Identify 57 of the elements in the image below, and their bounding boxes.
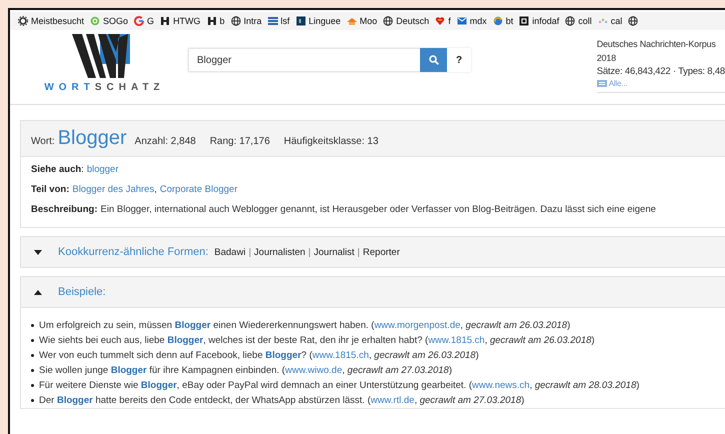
see-also-link[interactable]: blogger xyxy=(86,164,119,175)
bookmark[interactable]: Moo xyxy=(346,16,378,26)
see-also-label: Siehe auch: xyxy=(31,164,84,175)
word-title: Blogger xyxy=(58,127,127,150)
example-sentence: Für weitere Dienste wie Blogger, eBay oder PayPal wird demnach an einer Unterstützung gearbeitet. (www.news.ch, gecrawlt am 28.03.2018) xyxy=(39,380,640,391)
bookmark[interactable]: G xyxy=(134,16,154,26)
bookmark[interactable]: Deutsch xyxy=(383,16,430,26)
example-sentence: Wie siehts bei euch aus, liebe Blogger, welches ist der beste Rat, den ihr je erhalten habt? (www.1815.ch, gecrawlt am 26.03.2018) xyxy=(39,335,595,346)
corpus-name: Deutsches Nachrichten-Korpus xyxy=(596,38,717,51)
term-link[interactable]: Badawi xyxy=(214,246,246,258)
bookmark[interactable]: b xyxy=(206,16,225,26)
part-of-label: Teil von: xyxy=(31,184,70,195)
pipe-separator: | xyxy=(308,246,311,258)
source-link[interactable]: www.wiwo.de xyxy=(285,365,342,376)
bookmark[interactable]: Meistbesucht xyxy=(18,16,84,26)
part-of-link[interactable]: Corporate Blogger xyxy=(160,184,238,195)
bookmark[interactable]: mdx xyxy=(456,16,487,26)
bookmark[interactable]: Linguee xyxy=(296,16,341,26)
example-sentence: Um erfolgreich zu sein, müssen Blogger einen Wiedererkennungswert haben. (www.morgenpost.de, gecrawlt am 26.03.2018) xyxy=(39,320,570,331)
bookmark[interactable]: HTWG xyxy=(160,16,201,26)
term-link[interactable]: Reporter xyxy=(362,246,400,258)
help-button[interactable]: ? xyxy=(447,48,471,72)
part-of-link[interactable]: Blogger des Jahres xyxy=(72,184,154,195)
source-link[interactable]: www.rtl.de xyxy=(370,395,414,406)
description-text: Ein Blogger, international auch Weblogger genannt, ist Herausgeber oder Verfasser von Blog-Beiträgen. Dazu lässt sich eine eigene xyxy=(100,204,656,215)
description-label: Beschreibung: xyxy=(31,204,98,215)
bookmark[interactable]: SOGo xyxy=(90,16,128,26)
search-field[interactable]: Blogger xyxy=(188,48,420,72)
example-sentence: Sie wollen junge Blogger für ihre Kampagnen einbinden. (www.wiwo.de, gecrawlt am 27.03.2018) xyxy=(39,365,452,376)
bookmark[interactable]: f xyxy=(435,16,451,26)
term-link[interactable]: Journalist xyxy=(314,246,354,258)
source-link[interactable]: www.news.ch xyxy=(472,380,530,391)
example-sentence: Der Blogger hatte bereits den Code entdeckt, der WhatsApp abstürzen lässt. (www.rtl.de, gecrawlt am 27.03.2018) xyxy=(39,395,524,406)
example-sentence: Wer von euch tummelt sich denn auf Facebook, liebe Blogger? (www.1815.ch, gecrawlt am 26.03.2018) xyxy=(39,350,479,361)
pipe-separator: | xyxy=(357,246,360,258)
bookmark[interactable]: Intra xyxy=(230,16,262,26)
term-link[interactable]: Journalisten xyxy=(254,246,306,258)
bookmark[interactable]: coll xyxy=(565,16,592,26)
source-link[interactable]: www.1815.ch xyxy=(428,335,485,346)
panel-title: Kookkurrenz-ähnliche Formen: xyxy=(58,246,208,258)
bookmark[interactable]: infodaf xyxy=(519,16,560,26)
bookmark[interactable]: lsf xyxy=(268,16,290,26)
bookmark[interactable]: bt xyxy=(492,16,514,26)
source-link[interactable]: www.morgenpost.de xyxy=(374,320,460,331)
word-stat: Anzahl: 2,848 xyxy=(134,136,196,147)
logo-wordmark: WORT SCHATZ xyxy=(43,82,165,93)
pipe-separator: | xyxy=(248,246,252,258)
bookmark[interactable]: cal xyxy=(598,16,622,26)
panel-title: Beispiele: xyxy=(58,286,106,298)
corpus-year: 2018 xyxy=(596,52,617,65)
comma-separator: , xyxy=(154,184,157,195)
panel-header[interactable]: Kookkurrenz-ähnliche Formen: Badawi | Journalisten | Journalist | Reporter xyxy=(21,237,725,267)
word-label: Wort: xyxy=(31,136,55,147)
word-stat: Häufigkeitsklasse: 13 xyxy=(284,136,378,147)
source-link[interactable]: www.1815.ch xyxy=(312,350,369,361)
word-stat: Rang: 17,176 xyxy=(210,136,270,147)
corpus-stats: Sätze: 46,843,422 · Types: 8,48 xyxy=(596,65,725,79)
